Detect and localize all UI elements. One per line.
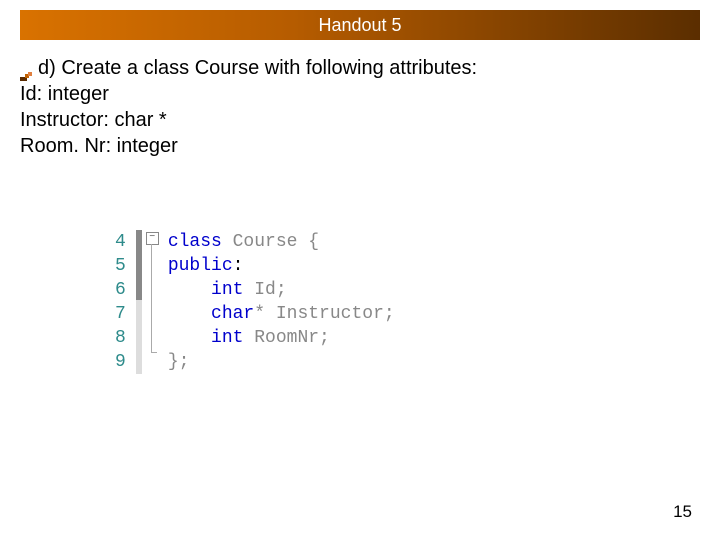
title-band: Handout 5 (20, 10, 700, 40)
fold-line (151, 244, 152, 352)
keyword: class (168, 232, 222, 252)
body-line-1: Id: integer (20, 81, 700, 107)
line-number: 5 (115, 254, 126, 278)
fold-minus-icon[interactable]: − (146, 232, 159, 245)
code-text: * Instructor; (254, 304, 394, 324)
body-line-3: Room. Nr: integer (20, 133, 700, 159)
body-line-2: Instructor: char * (20, 107, 700, 133)
line-number: 8 (115, 326, 126, 350)
keyword: int (211, 280, 243, 300)
code-line: char* Instructor; (168, 302, 395, 326)
code-text: Id; (243, 280, 286, 300)
source-code: class Course { public: int Id; char* Ins… (168, 230, 395, 374)
line-number: 4 (115, 230, 126, 254)
code-line: }; (168, 350, 395, 374)
line-number-gutter: 4 5 6 7 8 9 (115, 230, 136, 374)
keyword: int (211, 328, 243, 348)
code-line: class Course { (168, 230, 395, 254)
code-line: int Id; (168, 278, 395, 302)
code-line: public: (168, 254, 395, 278)
fold-end (151, 352, 157, 353)
code-text: Course { (222, 232, 319, 252)
slide: { "header": { "title": "Handout 5" }, "b… (0, 0, 720, 540)
page-number: 15 (673, 502, 692, 522)
line-number: 7 (115, 302, 126, 326)
fold-gutter: − (146, 230, 162, 374)
gutter-strip (136, 230, 142, 300)
bullet-line: d) Create a class Course with following … (20, 55, 700, 81)
line-number: 6 (115, 278, 126, 302)
code-text: : (233, 256, 244, 276)
line-number: 9 (115, 350, 126, 374)
bullet-icon (20, 63, 34, 75)
title-text: Handout 5 (318, 15, 401, 36)
body-text: d) Create a class Course with following … (20, 55, 700, 159)
bullet-text: d) Create a class Course with following … (38, 57, 477, 79)
keyword: char (211, 304, 254, 324)
code-block: 4 5 6 7 8 9 − class Course { public: int… (115, 230, 395, 374)
keyword: public (168, 256, 233, 276)
change-gutter (136, 230, 142, 374)
code-line: int RoomNr; (168, 326, 395, 350)
code-text: RoomNr; (243, 328, 329, 348)
